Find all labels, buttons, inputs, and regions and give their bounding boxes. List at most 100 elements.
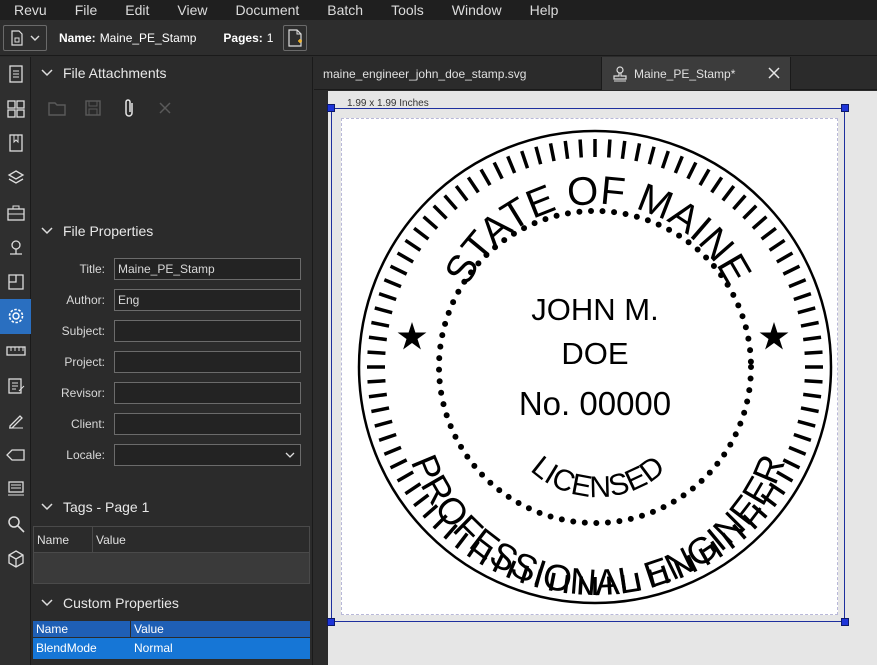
resize-handle-bottom-left[interactable] [327, 618, 335, 626]
subject-field[interactable] [114, 320, 301, 342]
layers-tab[interactable] [0, 161, 31, 196]
revisor-label: Revisor: [60, 386, 105, 400]
menu-view[interactable]: View [163, 0, 221, 20]
custom-properties-header[interactable]: Custom Properties [31, 588, 313, 618]
seal-tick [389, 264, 408, 276]
pe-stamp-seal[interactable]: STATE OF MAINE PROFESSIONAL ENGINEER LIC… [342, 119, 839, 616]
places-tab[interactable] [0, 230, 31, 265]
seal-tick [563, 140, 570, 160]
spaces-tab[interactable] [0, 265, 31, 300]
signature-icon [8, 415, 23, 429]
tags-tab[interactable] [0, 438, 31, 473]
paperclip-icon [125, 99, 133, 117]
close-icon[interactable] [768, 67, 780, 79]
custom-row-value[interactable]: Normal [131, 638, 173, 659]
layout-icon [6, 100, 25, 118]
signatures-tab[interactable] [0, 403, 31, 438]
search-tab[interactable] [0, 507, 31, 542]
menu-bar: Revu File Edit View Document Batch Tools… [0, 0, 877, 20]
attachment-toolbar [39, 95, 183, 121]
seal-tick [721, 185, 736, 202]
file-attachments-header[interactable]: File Attachments [31, 58, 313, 88]
seal-tick [793, 292, 812, 302]
properties-tab[interactable] [0, 299, 31, 334]
bookmarks-tab[interactable] [0, 126, 31, 161]
menu-window[interactable]: Window [438, 0, 516, 20]
delete-attachment-button[interactable] [147, 95, 183, 121]
project-row: Project: [31, 351, 313, 373]
seal-tick [673, 155, 684, 174]
menu-document[interactable]: Document [221, 0, 313, 20]
save-attachment-button[interactable] [75, 95, 111, 121]
title-field[interactable] [114, 258, 301, 280]
stamps-tab[interactable] [0, 472, 31, 507]
menu-help[interactable]: Help [516, 0, 573, 20]
client-field[interactable] [114, 413, 301, 435]
tab-maine-pe-stamp[interactable]: Maine_PE_Stamp* [601, 57, 791, 90]
seal-tick [396, 251, 415, 264]
seal-tick [378, 292, 397, 302]
markups-tab[interactable] [0, 368, 31, 403]
locale-select[interactable] [114, 444, 301, 466]
open-attachment-button[interactable] [39, 95, 75, 121]
places-icon [9, 240, 22, 255]
seal-tick [378, 432, 397, 442]
seal-tick [782, 264, 801, 276]
locale-row: Locale: [31, 444, 313, 466]
custom-col-name[interactable]: Name [33, 621, 131, 637]
file-properties-header[interactable]: File Properties [31, 216, 313, 246]
spaces-icon [7, 274, 24, 290]
seal-tick [606, 139, 612, 158]
title-row: Title: [31, 258, 313, 280]
seal-tick [710, 176, 724, 194]
file-dropdown-button[interactable] [3, 24, 47, 51]
seal-tick [368, 392, 388, 399]
markups-list-icon [7, 377, 24, 394]
stamp-icon [7, 481, 24, 496]
toolchest-tab[interactable] [0, 195, 31, 230]
seal-tick [367, 350, 386, 356]
search-icon [7, 516, 25, 533]
document-name: Maine_PE_Stamp [99, 30, 197, 45]
seal-tick [422, 215, 439, 230]
menu-batch[interactable]: Batch [313, 0, 377, 20]
thumbnails-tab[interactable] [0, 57, 31, 92]
project-field[interactable] [114, 351, 301, 373]
custom-col-value[interactable]: Value [131, 621, 164, 637]
tags-header[interactable]: Tags - Page 1 [31, 492, 313, 522]
attach-file-button[interactable] [111, 95, 147, 121]
tab-svg-file[interactable]: maine_engineer_john_doe_stamp.svg [314, 57, 600, 90]
seal-tick [768, 238, 786, 252]
seal-tick [800, 406, 819, 414]
resize-handle-top-left[interactable] [327, 104, 335, 112]
layout-tab[interactable] [0, 92, 31, 127]
menu-edit[interactable]: Edit [111, 0, 163, 20]
page-selection-frame[interactable]: STATE OF MAINE PROFESSIONAL ENGINEER LIC… [331, 108, 845, 622]
canvas-gutter [314, 91, 328, 665]
revisor-field[interactable] [114, 382, 301, 404]
resize-handle-bottom-right[interactable] [841, 618, 849, 626]
author-label: Author: [66, 293, 105, 307]
3d-tab[interactable] [0, 541, 31, 576]
folder-icon [48, 101, 66, 116]
menu-tools[interactable]: Tools [377, 0, 438, 20]
menu-revu[interactable]: Revu [0, 0, 61, 20]
tags-col-value[interactable]: Value [93, 527, 126, 552]
tags-col-name[interactable]: Name [34, 527, 93, 552]
document-canvas[interactable]: 1.99 x 1.99 Inches STATE OF MAINE PROFES… [314, 91, 877, 665]
add-page-button[interactable] [283, 24, 308, 51]
left-star-icon [397, 322, 427, 350]
pages-label: Pages: [223, 30, 263, 45]
page: STATE OF MAINE PROFESSIONAL ENGINEER LIC… [341, 118, 838, 615]
seal-tick [802, 392, 822, 399]
measurements-tab[interactable] [0, 334, 31, 369]
seal-tick [802, 335, 822, 342]
tags-grid-body [34, 553, 309, 583]
tab-maine-pe-stamp-label: Maine_PE_Stamp* [634, 66, 736, 81]
resize-handle-top-right[interactable] [841, 104, 849, 112]
seal-tick [775, 251, 794, 264]
author-field[interactable] [114, 289, 301, 311]
menu-file[interactable]: File [61, 0, 112, 20]
table-row[interactable]: BlendMode Normal [33, 637, 310, 659]
custom-grid-header: Name Value [33, 621, 310, 637]
